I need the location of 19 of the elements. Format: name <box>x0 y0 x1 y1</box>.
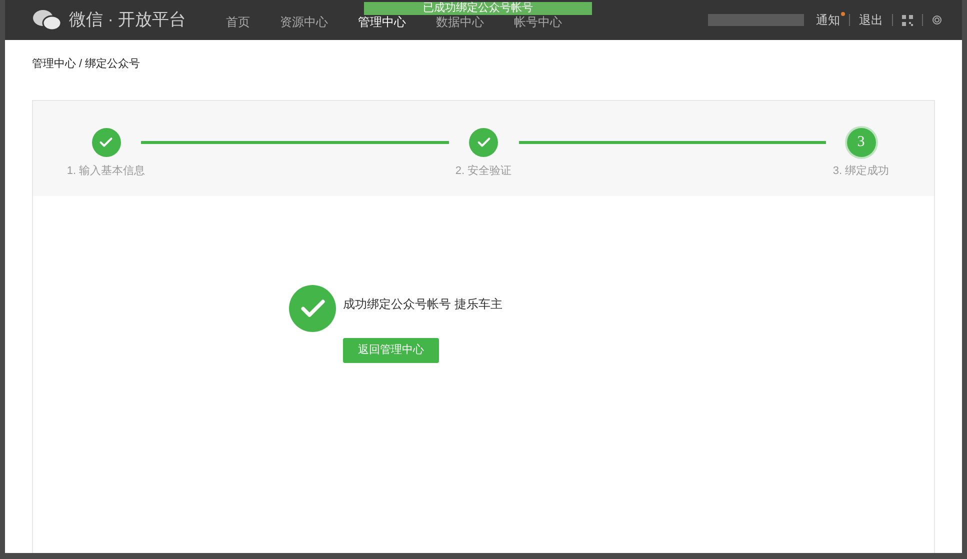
chat-bubbles-icon <box>33 9 61 31</box>
nav-link[interactable]: 帐号中心 <box>514 13 562 31</box>
breadcrumb-separator: / <box>79 57 82 72</box>
success-message: 成功绑定公众号帐号 捷乐车主 <box>343 296 502 312</box>
nav-link[interactable]: 资源中心 <box>280 13 328 31</box>
nav-link[interactable]: 数据中心 <box>436 13 484 31</box>
nav-link[interactable]: 首页 <box>226 13 250 31</box>
qr-code-icon[interactable] <box>902 14 913 26</box>
success-toast: 已成功绑定公众号帐号 <box>364 2 592 15</box>
breadcrumb-current-page: 绑定公众号 <box>85 56 140 72</box>
step-label: 2. 安全验证 <box>455 164 512 178</box>
logout-link[interactable]: 退出 <box>859 11 883 29</box>
nav-link[interactable]: 管理中心 <box>358 13 406 31</box>
step-label: 3. 绑定成功 <box>832 164 890 178</box>
globe-icon[interactable] <box>932 15 942 25</box>
platform-title: 微信 · 开放平台 <box>69 9 186 32</box>
notice-link[interactable]: 通知 <box>816 11 840 29</box>
breadcrumb-link[interactable]: 管理中心 <box>32 56 76 72</box>
step-label: 1. 输入基本信息 <box>66 164 146 178</box>
